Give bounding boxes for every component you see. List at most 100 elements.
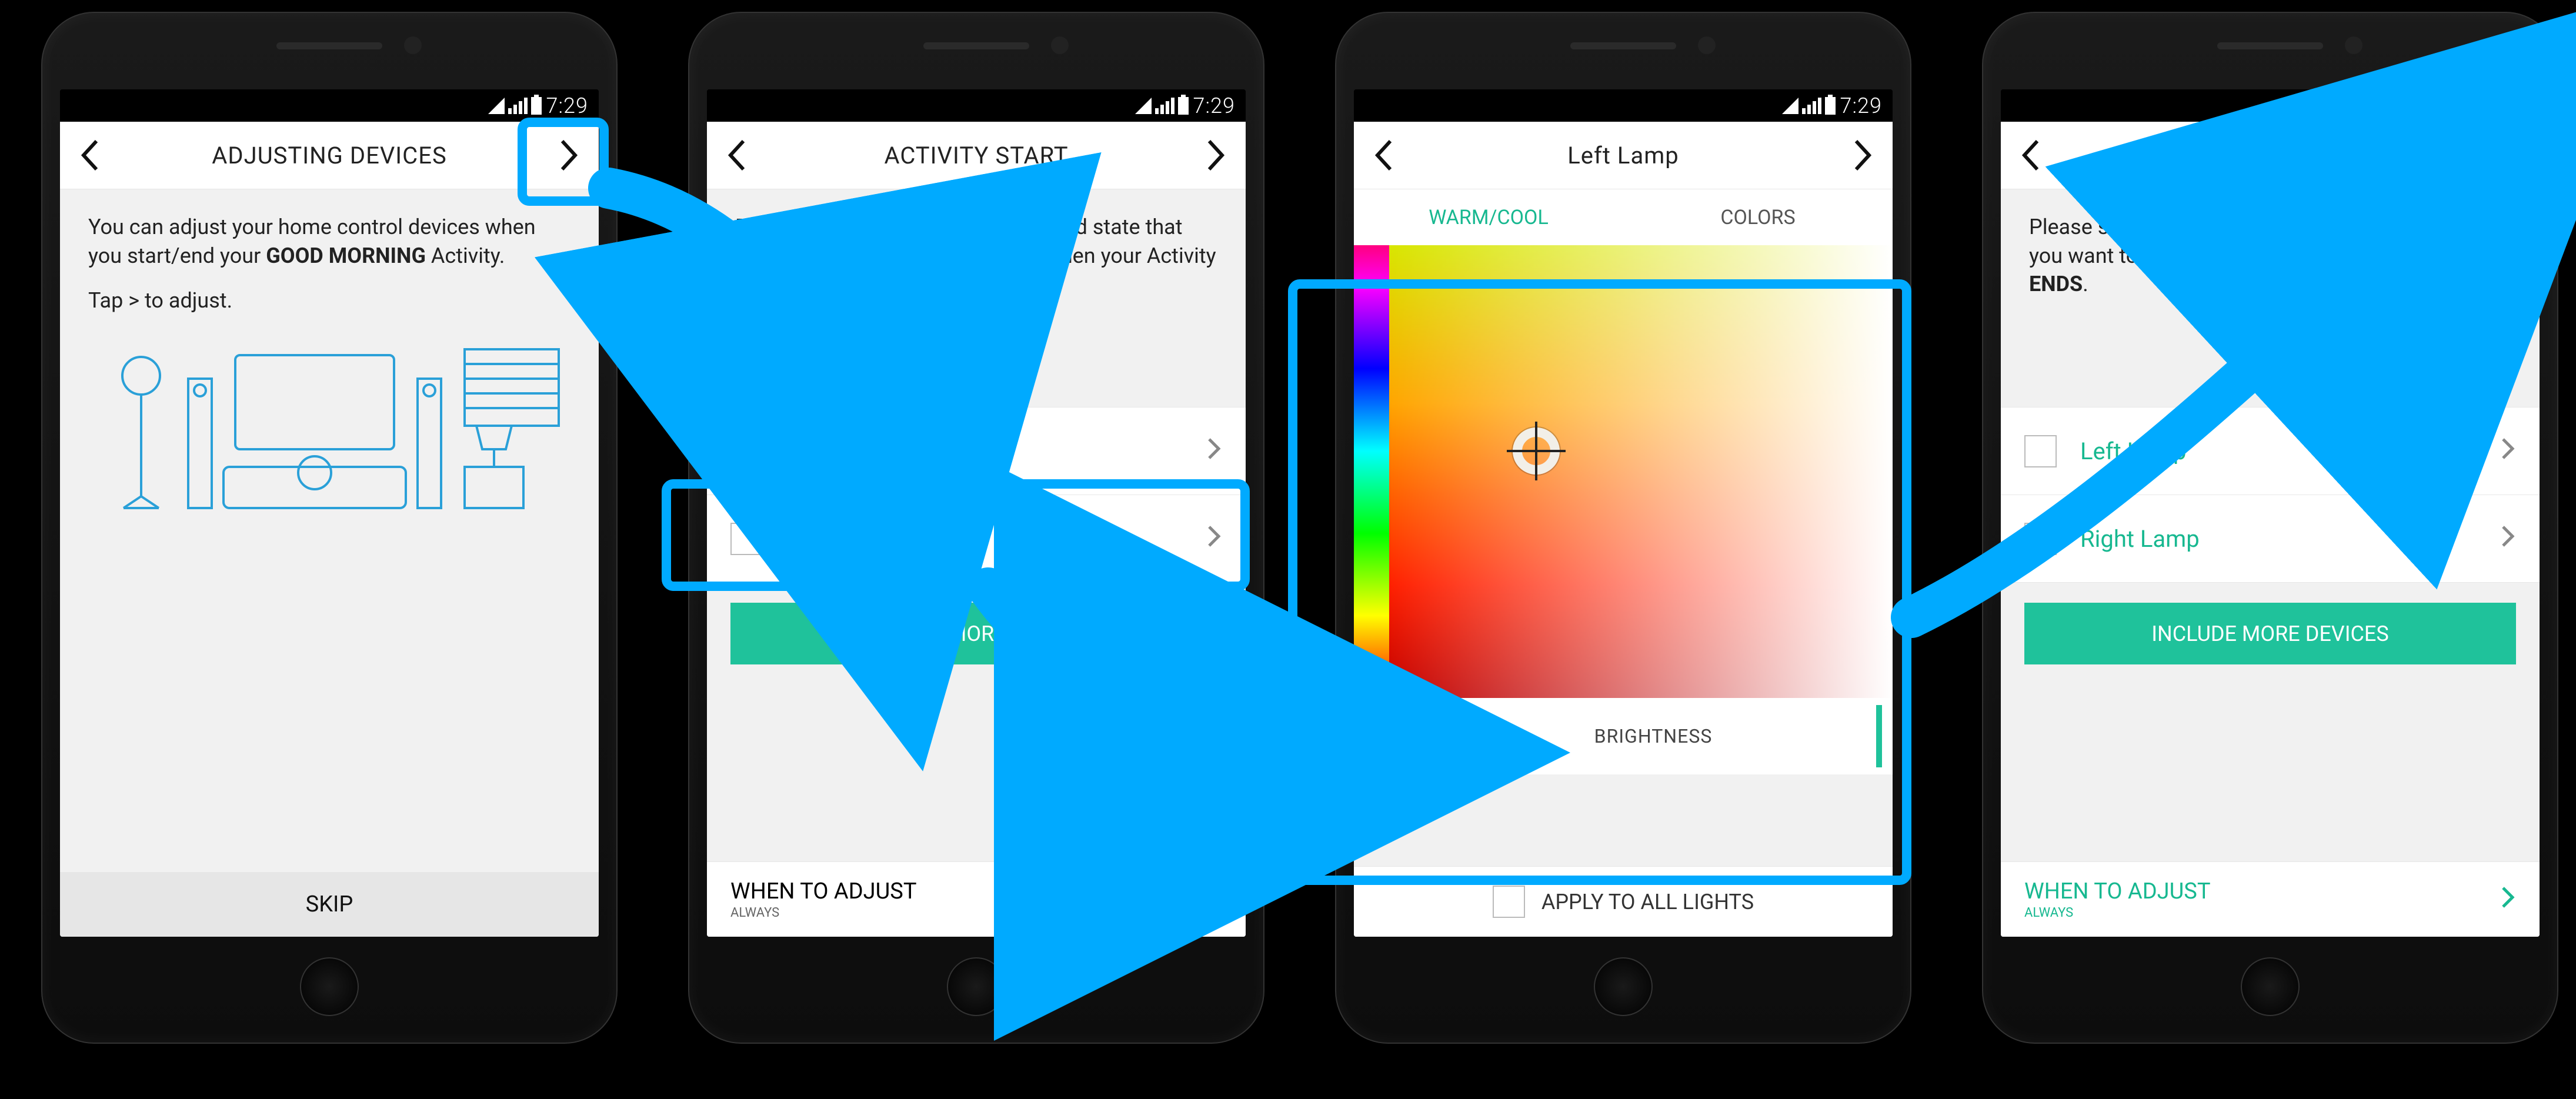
- tab-colors[interactable]: COLORS: [1623, 206, 1893, 229]
- next-button[interactable]: [1834, 122, 1893, 189]
- chevron-left-icon: [79, 139, 100, 172]
- power-icon: [1376, 720, 1408, 752]
- battery-icon: [2472, 97, 2482, 115]
- back-button[interactable]: [1354, 122, 1413, 189]
- when-title: WHEN TO ADJUST: [730, 878, 1207, 904]
- brightness-label: BRIGHTNESS: [1430, 698, 1876, 774]
- wifi-icon: [1135, 98, 1152, 114]
- signal-icon: [2449, 98, 2468, 114]
- status-time: 7:29: [2487, 93, 2529, 118]
- chevron-right-icon: [1206, 139, 1227, 172]
- device-name: Right Lamp: [2080, 525, 2501, 553]
- chevron-right-icon: [1207, 434, 1222, 468]
- page-title: ACTIVITY START: [884, 142, 1068, 169]
- signal-icon: [1155, 98, 1174, 114]
- next-button[interactable]: [540, 122, 599, 189]
- device-status: ON - 80%: [786, 457, 1207, 475]
- include-more-devices-button[interactable]: INCLUDE MORE DEVICES: [2024, 603, 2516, 664]
- chevron-right-icon: [2501, 522, 2516, 556]
- home-button[interactable]: [2241, 957, 2300, 1016]
- wifi-icon: [1782, 98, 1798, 114]
- device-name: Left Lamp: [786, 428, 1207, 456]
- next-button[interactable]: [2481, 122, 2540, 189]
- page-title: ACTIVITY END: [2191, 142, 2350, 169]
- when-sub: ALWAYS: [730, 906, 1207, 920]
- when-to-adjust-row[interactable]: WHEN TO ADJUST ALWAYS: [707, 861, 1246, 937]
- back-button[interactable]: [707, 122, 766, 189]
- next-button[interactable]: [1187, 122, 1246, 189]
- device-row-right-lamp[interactable]: Right Lamp: [707, 495, 1246, 583]
- when-title: WHEN TO ADJUST: [2024, 878, 2501, 904]
- intro-text: You can adjust your home control devices…: [88, 213, 570, 270]
- tap-hint: Tap > to adjust.: [88, 286, 570, 315]
- chevron-left-icon: [2020, 139, 2041, 172]
- phone-activity-start: 7:29 ACTIVITY START Please select the de…: [688, 12, 1264, 1044]
- instructions: Please select the devices and desired st…: [707, 189, 1246, 407]
- chevron-right-icon: [559, 139, 580, 172]
- checkbox[interactable]: [1493, 886, 1525, 918]
- status-time: 7:29: [1193, 93, 1235, 118]
- home-button[interactable]: [1594, 957, 1653, 1016]
- color-picker-cursor[interactable]: [1513, 427, 1560, 475]
- header: ADJUSTING DEVICES: [60, 122, 599, 189]
- chevron-right-icon: [1853, 139, 1874, 172]
- skip-button[interactable]: SKIP: [60, 872, 599, 937]
- brightness-slider[interactable]: [1876, 698, 1893, 774]
- device-name: Right Lamp: [786, 525, 1207, 553]
- wifi-icon: [2429, 98, 2445, 114]
- apply-all-row[interactable]: APPLY TO ALL LIGHTS: [1354, 866, 1893, 937]
- checkbox[interactable]: [2024, 435, 2057, 467]
- tab-warm-cool[interactable]: WARM/COOL: [1354, 206, 1623, 229]
- header: Left Lamp: [1354, 122, 1893, 189]
- chevron-left-icon: [1373, 139, 1394, 172]
- back-button[interactable]: [2001, 122, 2060, 189]
- back-button[interactable]: [60, 122, 119, 189]
- apply-all-label: APPLY TO ALL LIGHTS: [1541, 890, 1754, 914]
- signal-icon: [1802, 98, 1821, 114]
- device-row-right-lamp[interactable]: Right Lamp: [2001, 495, 2540, 583]
- color-picker[interactable]: [1354, 245, 1893, 698]
- color-mode-tabs: WARM/COOL COLORS: [1354, 189, 1893, 245]
- status-time: 7:29: [1840, 93, 1882, 118]
- phone-activity-end: 7:29 ACTIVITY END Please select the devi…: [1982, 12, 2558, 1044]
- device-name: Left Lamp: [2080, 437, 2501, 465]
- phone-left-lamp-color: 7:29 Left Lamp WARM/COOL COLORS: [1335, 12, 1911, 1044]
- chevron-right-icon: [1207, 883, 1222, 917]
- home-button[interactable]: [300, 957, 359, 1016]
- status-time: 7:29: [546, 93, 588, 118]
- home-button[interactable]: [947, 957, 1006, 1016]
- screen-body: You can adjust your home control devices…: [60, 189, 599, 872]
- checkbox[interactable]: [730, 435, 763, 467]
- status-bar: 7:29: [1354, 89, 1893, 122]
- header: ACTIVITY START: [707, 122, 1246, 189]
- brightness-row: BRIGHTNESS: [1354, 698, 1893, 774]
- device-row-left-lamp[interactable]: Left Lamp ON - 80%: [707, 407, 1246, 495]
- chevron-right-icon: [2501, 434, 2516, 468]
- wifi-icon: [488, 98, 505, 114]
- status-bar: 7:29: [707, 89, 1246, 122]
- include-more-devices-button[interactable]: INCLUDE MORE DEVICES: [730, 603, 1222, 664]
- checkbox[interactable]: [730, 523, 763, 555]
- instructions: Please select the devices and desired st…: [2001, 189, 2540, 407]
- checkbox[interactable]: [2024, 523, 2057, 555]
- power-button[interactable]: [1354, 698, 1430, 774]
- device-row-left-lamp[interactable]: Left Lamp: [2001, 407, 2540, 495]
- header: ACTIVITY END: [2001, 122, 2540, 189]
- chevron-right-icon: [2500, 139, 2521, 172]
- page-title: Left Lamp: [1567, 142, 1679, 169]
- living-room-illustration: [88, 332, 570, 526]
- status-bar: 7:29: [60, 89, 599, 122]
- battery-icon: [531, 97, 542, 115]
- chevron-right-icon: [1207, 522, 1222, 556]
- saturation-value-area[interactable]: [1389, 245, 1893, 698]
- status-bar: 7:29: [2001, 89, 2540, 122]
- phone-adjusting-devices: 7:29 ADJUSTING DEVICES You can adjust yo…: [41, 12, 618, 1044]
- when-sub: ALWAYS: [2024, 906, 2501, 920]
- hue-slider[interactable]: [1354, 245, 1389, 698]
- page-title: ADJUSTING DEVICES: [212, 142, 446, 169]
- signal-icon: [508, 98, 528, 114]
- chevron-left-icon: [726, 139, 747, 172]
- battery-icon: [1178, 97, 1189, 115]
- when-to-adjust-row[interactable]: WHEN TO ADJUST ALWAYS: [2001, 861, 2540, 937]
- chevron-right-icon: [2501, 883, 2516, 917]
